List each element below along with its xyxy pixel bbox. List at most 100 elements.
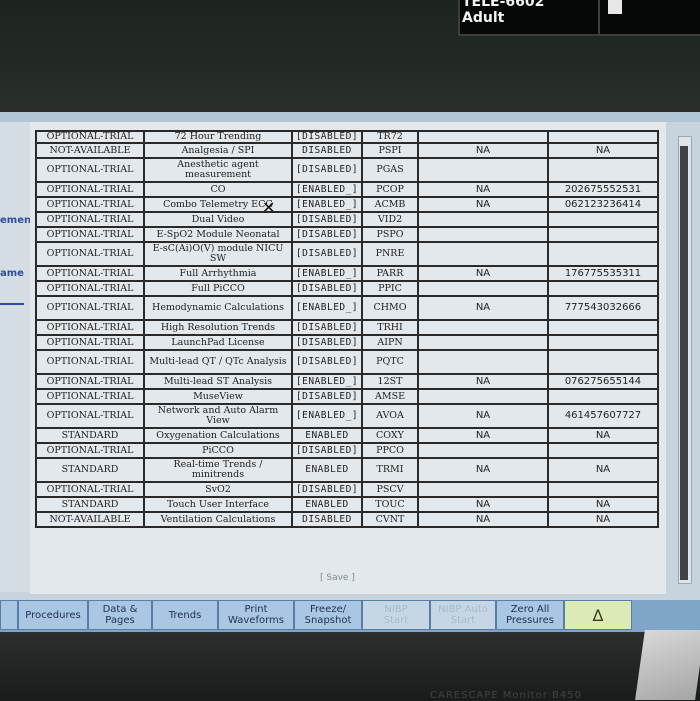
procedures-button[interactable]: Procedures (18, 600, 88, 630)
print-waveforms-button[interactable]: Print Waveforms (218, 600, 294, 630)
cell-col6 (547, 241, 659, 267)
side-menu-item-name[interactable]: ame (0, 268, 24, 279)
trends-button[interactable]: Trends (152, 600, 218, 630)
monitor-brand-label: CARESCAPE Monitor B450 (430, 690, 582, 701)
table-row[interactable]: NOT-AVAILABLE Ventilation Calculations DIS… (35, 511, 659, 528)
table-row[interactable]: OPTIONAL-TRIAL CO [ENABLED_] PCOP NA 20267555… (35, 181, 659, 198)
save-button[interactable]: [ Save ] (320, 573, 355, 583)
table-row[interactable]: NOT-AVAILABLE Analgesia / SPI DISABLED PSPI… (35, 142, 659, 159)
status-indicator (608, 0, 622, 14)
cell-option: E-SpO2 Module Neonatal (143, 226, 293, 243)
table-row[interactable]: STANDARD Real-time Trends / minitrends ENA… (35, 457, 659, 483)
cell-option: Full Arrhythmia (143, 265, 293, 282)
cell-code: PCOP (361, 181, 419, 198)
cell-col5 (417, 442, 549, 459)
cell-option: Multi-lead ST Analysis (143, 373, 293, 390)
cell-col6: NA (547, 511, 659, 528)
table-row[interactable]: OPTIONAL-TRIAL E-SpO2 Module Neonatal [DIS… (35, 226, 659, 243)
cell-col6: NA (547, 427, 659, 444)
cell-status: OPTIONAL-TRIAL (35, 130, 145, 144)
table-row[interactable]: OPTIONAL-TRIAL Anesthetic agent measureme… (35, 157, 659, 183)
cell-status: OPTIONAL-TRIAL (35, 280, 145, 297)
cell-col6: NA (547, 457, 659, 483)
cell-code: PPCO (361, 442, 419, 459)
cell-state: [DISABLED] (291, 130, 363, 144)
cell-col5 (417, 280, 549, 297)
table-row[interactable]: OPTIONAL-TRIAL MuseView [DISABLED] AMSE (35, 388, 659, 405)
table-row[interactable]: STANDARD Oxygenation Calculations ENABLED C… (35, 427, 659, 444)
nibp-auto-label-2: Start (450, 615, 476, 626)
table-row[interactable]: OPTIONAL-TRIAL Multi-lead QT / QTc Analys… (35, 349, 659, 375)
cell-state: DISABLED (291, 142, 363, 159)
cell-state: [DISABLED] (291, 280, 363, 297)
left-menu-panel (0, 122, 30, 592)
status-divider (598, 0, 600, 34)
freeze-label-2: Snapshot (304, 615, 352, 626)
table-row[interactable]: OPTIONAL-TRIAL Full Arrhythmia [ENABLED_] P… (35, 265, 659, 282)
cell-code: TRHI (361, 319, 419, 336)
cell-status: OPTIONAL-TRIAL (35, 181, 145, 198)
cell-option: Touch User Interface (143, 496, 293, 513)
cell-state: [ENABLED_] (291, 181, 363, 198)
table-row[interactable]: OPTIONAL-TRIAL Multi-lead ST Analysis [ENA… (35, 373, 659, 390)
nibp-start-button[interactable]: NIBP Start (362, 600, 430, 630)
cell-code: PNRE (361, 241, 419, 267)
cell-col5 (417, 319, 549, 336)
table-row[interactable]: OPTIONAL-TRIAL LaunchPad License [DISABLED… (35, 334, 659, 351)
procedures-label: Procedures (25, 609, 81, 621)
patient-category-label: Adult (462, 10, 505, 26)
cell-col6 (547, 226, 659, 243)
cell-state: DISABLED (291, 511, 363, 528)
table-row[interactable]: OPTIONAL-TRIAL Hemodynamic Calculations [E… (35, 295, 659, 321)
cell-col5 (417, 226, 549, 243)
cell-option: SvO2 (143, 481, 293, 498)
cell-status: OPTIONAL-TRIAL (35, 226, 145, 243)
cell-status: OPTIONAL-TRIAL (35, 481, 145, 498)
cell-status: OPTIONAL-TRIAL (35, 295, 145, 321)
alarm-bell-button[interactable]: ∆ (564, 600, 632, 630)
table-row[interactable]: OPTIONAL-TRIAL High Resolution Trends [DIS… (35, 319, 659, 336)
table-row[interactable]: OPTIONAL-TRIAL Full PiCCO [DISABLED] PPIC (35, 280, 659, 297)
cell-code: PARR (361, 265, 419, 282)
table-row[interactable]: OPTIONAL-TRIAL Combo Telemetry ECG [ENABLE… (35, 196, 659, 213)
menu-button-edge[interactable] (0, 600, 18, 630)
scrollbar-thumb[interactable] (680, 146, 688, 580)
cell-col6: 176775535311 (547, 265, 659, 282)
table-row[interactable]: OPTIONAL-TRIAL Network and Auto Alarm Vie… (35, 403, 659, 429)
cell-col6: 062123236414 (547, 196, 659, 213)
cell-code: CHMO (361, 295, 419, 321)
table-row[interactable]: OPTIONAL-TRIAL Dual Video [DISABLED] VID2 (35, 211, 659, 228)
table-row[interactable]: OPTIONAL-TRIAL PiCCO [DISABLED] PPCO (35, 442, 659, 459)
freeze-snapshot-button[interactable]: Freeze/Snapshot (294, 600, 362, 630)
nibp-auto-label-1: NIBP Auto (438, 604, 488, 615)
cell-col6 (547, 319, 659, 336)
table-row[interactable]: OPTIONAL-TRIAL 72 Hour Trending [DISABLED]… (35, 130, 659, 144)
cell-status: OPTIONAL-TRIAL (35, 319, 145, 336)
cell-col6 (547, 211, 659, 228)
data-pages-button[interactable]: Data & Pages (88, 600, 152, 630)
table-row[interactable]: STANDARD Touch User Interface ENABLED TOUC N… (35, 496, 659, 513)
cell-option: High Resolution Trends (143, 319, 293, 336)
cell-state: [DISABLED] (291, 241, 363, 267)
cell-option: LaunchPad License (143, 334, 293, 351)
cell-col6: NA (547, 142, 659, 159)
cell-col5: NA (417, 142, 549, 159)
close-icon: ✕ (262, 198, 276, 217)
cell-state: [DISABLED] (291, 349, 363, 375)
cell-option: Full PiCCO (143, 280, 293, 297)
cell-state: [DISABLED] (291, 226, 363, 243)
nibp-auto-start-button[interactable]: NIBP Auto Start (430, 600, 496, 630)
cell-status: OPTIONAL-TRIAL (35, 334, 145, 351)
table-row[interactable]: OPTIONAL-TRIAL E-sC(Ai)O(V) module NICU S… (35, 241, 659, 267)
cell-col5 (417, 388, 549, 405)
cell-state: ENABLED (291, 457, 363, 483)
cell-state: ENABLED (291, 427, 363, 444)
cell-status: OPTIONAL-TRIAL (35, 373, 145, 390)
cell-option: PiCCO (143, 442, 293, 459)
cell-status: OPTIONAL-TRIAL (35, 349, 145, 375)
cell-code: PSPO (361, 226, 419, 243)
cell-col6 (547, 349, 659, 375)
cell-code: PQTC (361, 349, 419, 375)
table-row[interactable]: OPTIONAL-TRIAL SvO2 [DISABLED] PSCV (35, 481, 659, 498)
zero-all-pressures-button[interactable]: Zero All Pressures (496, 600, 564, 630)
